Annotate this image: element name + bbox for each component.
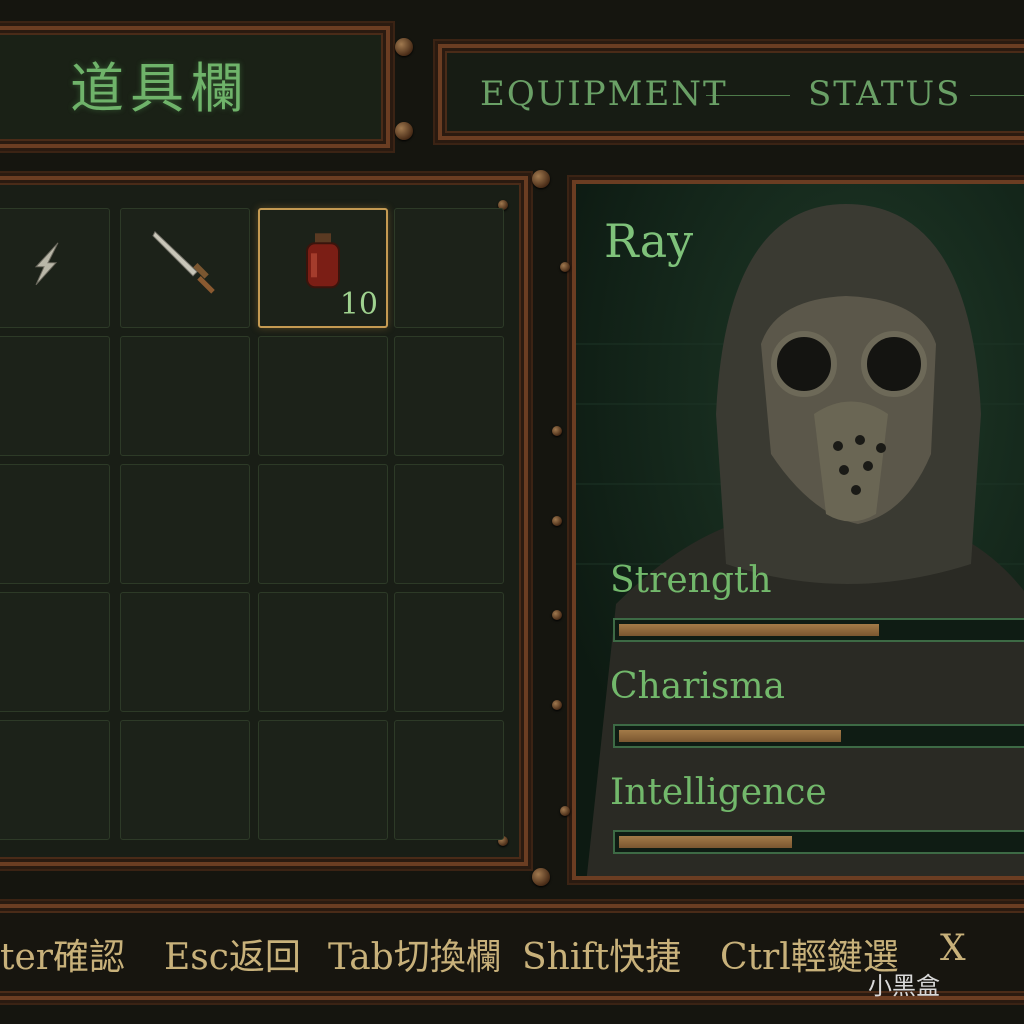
rivet-icon <box>395 38 413 56</box>
rivet-icon <box>552 700 562 710</box>
stat-bar-fill <box>619 730 842 742</box>
stat-label-strength: Strength <box>610 560 772 601</box>
stat-bar-fill <box>619 624 879 636</box>
inventory-slot-empty[interactable] <box>394 592 504 712</box>
rivet-icon <box>532 868 550 886</box>
inventory-slot-empty[interactable] <box>258 336 388 456</box>
inventory-slot-empty[interactable] <box>394 464 504 584</box>
inventory-slot-empty[interactable] <box>394 208 504 328</box>
rivet-icon <box>560 262 570 272</box>
hint-x: X <box>940 928 966 969</box>
tab-status[interactable]: STATUS <box>808 74 961 114</box>
inventory-slot-empty[interactable] <box>0 336 110 456</box>
inventory-slot-empty[interactable] <box>0 720 110 840</box>
stat-bar-intelligence <box>613 830 1024 854</box>
hint-back: Esc返回 <box>164 937 301 978</box>
inventory-slot-empty[interactable] <box>120 720 250 840</box>
inventory-slot-empty[interactable] <box>0 464 110 584</box>
tab-equipment[interactable]: EQUIPMENT <box>480 74 728 114</box>
inventory-slot-potion[interactable]: 10 <box>258 208 388 328</box>
rivet-icon <box>552 516 562 526</box>
inventory-slot-empty[interactable] <box>394 720 504 840</box>
character-name: Ray <box>604 214 694 268</box>
hint-shortcut: Shift快捷 <box>522 937 682 978</box>
inventory-slot-sword[interactable] <box>120 208 250 328</box>
page-title: 道具欄 <box>70 57 250 120</box>
item-quantity: 10 <box>339 287 378 322</box>
stat-bar-strength <box>613 618 1024 642</box>
stat-label-intelligence: Intelligence <box>610 772 827 813</box>
sword-icon <box>145 222 225 306</box>
shard-icon <box>18 233 78 297</box>
inventory-slot-shard[interactable] <box>0 208 110 328</box>
inventory-slot-empty[interactable] <box>120 464 250 584</box>
rivet-icon <box>560 806 570 816</box>
stat-bar-charisma <box>613 724 1024 748</box>
stat-label-charisma: Charisma <box>610 666 785 707</box>
inventory-slot-empty[interactable] <box>258 592 388 712</box>
rivet-icon <box>395 122 413 140</box>
inventory-slot-empty[interactable] <box>258 464 388 584</box>
inventory-slot-empty[interactable] <box>258 720 388 840</box>
inventory-slot-empty[interactable] <box>120 592 250 712</box>
rivet-icon <box>552 426 562 436</box>
tab-divider <box>970 95 1024 96</box>
rivet-icon <box>552 610 562 620</box>
watermark: 小黑盒 <box>868 972 940 1000</box>
hint-confirm: ter確認 <box>0 937 125 978</box>
inventory-slot-empty[interactable] <box>120 336 250 456</box>
rivet-icon <box>532 170 550 188</box>
hint-switch-tab: Tab切換欄 <box>328 937 502 978</box>
inventory-slot-empty[interactable] <box>0 592 110 712</box>
inventory-slot-empty[interactable] <box>394 336 504 456</box>
stat-bar-fill <box>619 836 793 848</box>
